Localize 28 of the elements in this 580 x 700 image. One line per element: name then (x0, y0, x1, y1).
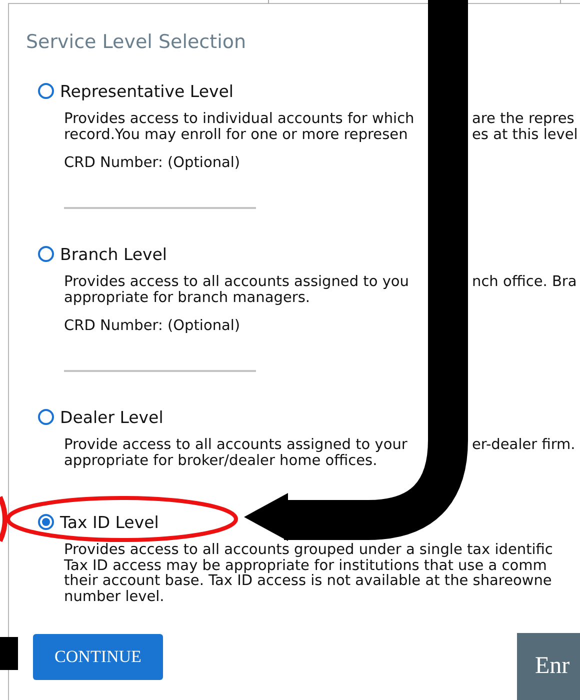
option-label[interactable]: Representative Level (60, 82, 234, 100)
description-text: number level. (64, 588, 164, 604)
radio-button[interactable] (38, 83, 54, 99)
radio-button[interactable] (38, 246, 54, 262)
option-label[interactable]: Tax ID Level (60, 512, 159, 532)
enroll-button[interactable]: Enr (517, 633, 580, 700)
radio-button[interactable] (38, 514, 54, 530)
option-label[interactable]: Branch Level (60, 244, 168, 264)
radio-button[interactable] (38, 409, 54, 425)
description-text: Tax ID access may be appropriate for institutions that use a comm (64, 558, 547, 574)
description-text: Provides access to all accounts grouped under a single tax identific (64, 542, 553, 558)
description-text: er-dealer firm. (472, 438, 576, 454)
field-label: CRD Number: (Optional) (64, 155, 242, 171)
section-title: Service Level Selection (26, 30, 248, 54)
description-text: are the repres (472, 112, 576, 128)
continue-button[interactable]: CONTINUE (33, 634, 163, 680)
description-text: their account base. Tax ID access is not available at the shareowne (64, 573, 552, 589)
description-text: Provide access to all accounts assigned to your (64, 438, 408, 454)
description-text: nch office. Bra (472, 275, 578, 290)
field-label: CRD Number: (Optional) (64, 318, 242, 334)
description-text: Provides access to all accounts assigned to you (64, 275, 410, 290)
description-text: Provides access to individual accounts for which (64, 112, 416, 128)
option-label[interactable]: Dealer Level (60, 408, 164, 426)
description-text: record.You may enroll for one or more represen (64, 128, 409, 143)
annotation-mark (0, 637, 18, 670)
description-text: appropriate for broker/dealer home offices. (64, 452, 378, 468)
description-text: appropriate for branch managers. (64, 290, 310, 306)
description-text: es at this level (472, 128, 579, 143)
